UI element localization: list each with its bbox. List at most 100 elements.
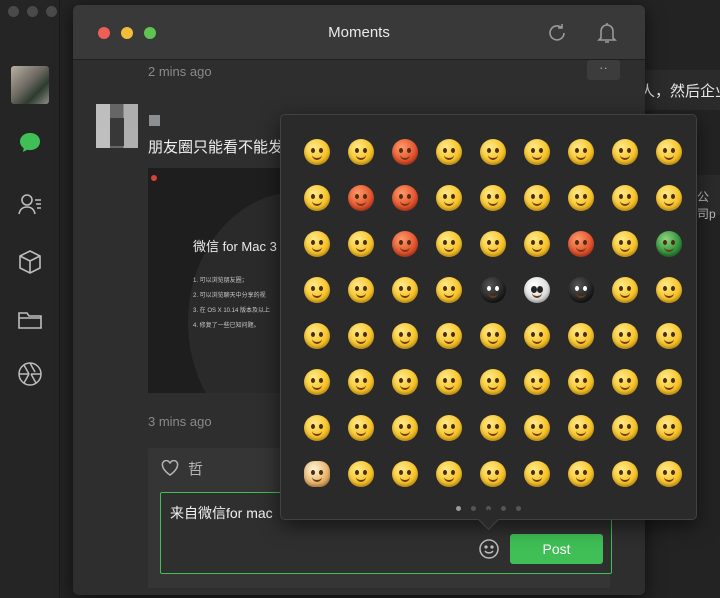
emoji-item[interactable] <box>295 129 339 175</box>
emoji-item[interactable] <box>295 267 339 313</box>
emoji-item[interactable] <box>383 175 427 221</box>
emoji-item[interactable] <box>427 175 471 221</box>
emoji-item[interactable] <box>339 221 383 267</box>
emoji-item[interactable] <box>471 405 515 451</box>
emoji-item[interactable] <box>603 129 647 175</box>
emoji-item[interactable] <box>647 267 691 313</box>
emoji-item[interactable] <box>603 313 647 359</box>
emoji-item[interactable] <box>515 405 559 451</box>
emoji-item[interactable] <box>515 451 559 497</box>
emoji-item[interactable] <box>647 313 691 359</box>
emoji-item[interactable] <box>471 313 515 359</box>
emoji-item[interactable] <box>515 221 559 267</box>
shared-image-card[interactable]: 微信 for Mac 3 1. 可以浏览朋友圈； 2. 可以浏览聊天中分享的视 … <box>148 168 288 393</box>
emoji-item[interactable] <box>383 451 427 497</box>
emoji-item[interactable] <box>515 175 559 221</box>
emoji-item[interactable] <box>339 451 383 497</box>
emoji-item[interactable] <box>339 267 383 313</box>
emoji-item[interactable] <box>295 313 339 359</box>
emoji-item[interactable] <box>471 451 515 497</box>
page-dot[interactable] <box>486 506 491 511</box>
emoji-item[interactable] <box>383 267 427 313</box>
emoji-item[interactable] <box>559 405 603 451</box>
emoji-item[interactable] <box>295 451 339 497</box>
emoji-item[interactable] <box>471 267 515 313</box>
box-icon[interactable] <box>16 248 44 276</box>
emoji-item[interactable] <box>427 221 471 267</box>
emoji-item[interactable] <box>559 359 603 405</box>
emoji-item[interactable] <box>515 267 559 313</box>
emoji-item[interactable] <box>295 405 339 451</box>
emoji-item[interactable] <box>559 175 603 221</box>
emoji-item[interactable] <box>383 359 427 405</box>
emoji-item[interactable] <box>295 359 339 405</box>
emoji-face-icon <box>348 231 374 257</box>
emoji-item[interactable] <box>559 451 603 497</box>
likes-name[interactable]: 哲 <box>188 458 203 479</box>
emoji-item[interactable] <box>339 313 383 359</box>
emoji-item[interactable] <box>427 313 471 359</box>
emoji-button-icon[interactable] <box>478 538 500 560</box>
emoji-item[interactable] <box>339 175 383 221</box>
emoji-item[interactable] <box>515 129 559 175</box>
moments-aperture-icon[interactable] <box>16 360 44 388</box>
emoji-item[interactable] <box>603 405 647 451</box>
emoji-item[interactable] <box>515 359 559 405</box>
heart-icon[interactable] <box>161 459 179 476</box>
emoji-item[interactable] <box>603 359 647 405</box>
emoji-item[interactable] <box>603 175 647 221</box>
notification-bell-icon[interactable] <box>596 21 618 45</box>
chat-icon[interactable] <box>16 128 44 156</box>
emoji-item[interactable] <box>427 405 471 451</box>
poster-name[interactable] <box>149 115 160 126</box>
emoji-item[interactable] <box>559 221 603 267</box>
emoji-item[interactable] <box>471 175 515 221</box>
emoji-item[interactable] <box>339 129 383 175</box>
user-avatar[interactable] <box>11 66 49 104</box>
emoji-face-icon <box>612 415 638 441</box>
emoji-item[interactable] <box>295 175 339 221</box>
page-dot[interactable] <box>456 506 461 511</box>
emoji-item[interactable] <box>603 451 647 497</box>
contacts-icon[interactable] <box>16 190 44 218</box>
emoji-item[interactable] <box>603 267 647 313</box>
zoom-dot[interactable] <box>46 6 57 17</box>
emoji-item[interactable] <box>515 313 559 359</box>
emoji-item[interactable] <box>559 129 603 175</box>
emoji-item[interactable] <box>647 451 691 497</box>
emoji-item[interactable] <box>383 129 427 175</box>
emoji-item[interactable] <box>647 129 691 175</box>
emoji-item[interactable] <box>427 267 471 313</box>
page-dot[interactable] <box>516 506 521 511</box>
more-options-button[interactable]: ·· <box>587 60 620 80</box>
comment-input-text[interactable]: 来自微信for mac <box>170 503 273 523</box>
emoji-item[interactable] <box>647 359 691 405</box>
refresh-icon[interactable] <box>546 22 568 44</box>
page-dot[interactable] <box>471 506 476 511</box>
poster-avatar[interactable] <box>96 104 138 148</box>
emoji-item[interactable] <box>295 221 339 267</box>
minimize-dot[interactable] <box>27 6 38 17</box>
emoji-item[interactable] <box>647 405 691 451</box>
emoji-item[interactable] <box>471 359 515 405</box>
folder-icon[interactable] <box>16 306 44 334</box>
emoji-item[interactable] <box>383 405 427 451</box>
emoji-item[interactable] <box>603 221 647 267</box>
emoji-face-icon <box>304 231 330 257</box>
emoji-item[interactable] <box>339 405 383 451</box>
emoji-item[interactable] <box>383 313 427 359</box>
post-button[interactable]: Post <box>510 534 603 564</box>
emoji-item[interactable] <box>383 221 427 267</box>
page-dot[interactable] <box>501 506 506 511</box>
emoji-item[interactable] <box>427 451 471 497</box>
emoji-item[interactable] <box>339 359 383 405</box>
emoji-item[interactable] <box>559 313 603 359</box>
emoji-item[interactable] <box>471 129 515 175</box>
emoji-item[interactable] <box>471 221 515 267</box>
close-dot[interactable] <box>8 6 19 17</box>
emoji-item[interactable] <box>427 129 471 175</box>
emoji-item[interactable] <box>647 221 691 267</box>
emoji-item[interactable] <box>427 359 471 405</box>
emoji-item[interactable] <box>647 175 691 221</box>
emoji-item[interactable] <box>559 267 603 313</box>
